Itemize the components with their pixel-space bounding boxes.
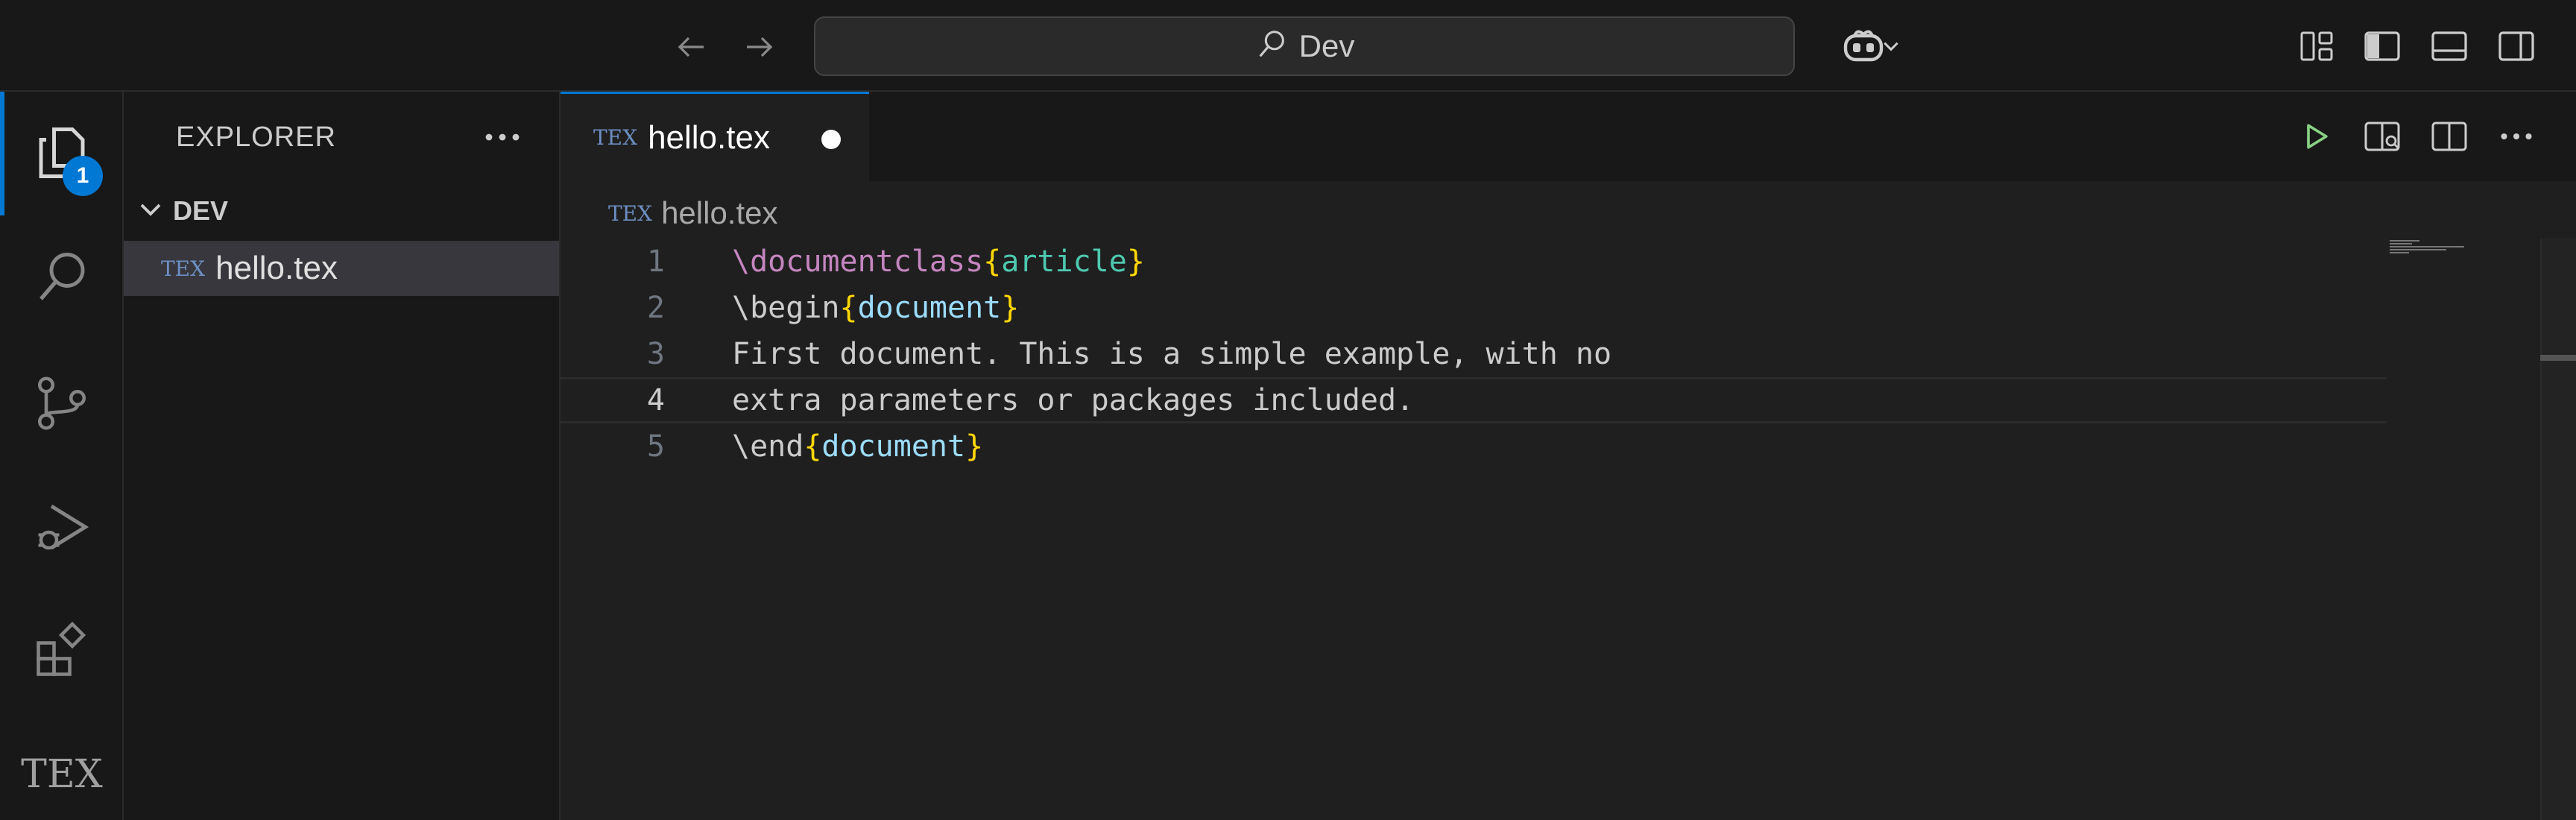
explorer-badge: 1 (63, 156, 103, 196)
code-line[interactable]: 3 First document. This is a simple examp… (561, 331, 2387, 377)
source-control-icon[interactable] (0, 359, 124, 448)
toggle-panel-icon[interactable] (2427, 24, 2472, 69)
more-actions-icon[interactable] (480, 119, 525, 156)
open-preview-icon[interactable] (2360, 114, 2405, 159)
tex-file-icon: TEX (161, 256, 206, 281)
more-actions-icon[interactable] (2494, 114, 2539, 159)
tex-file-icon: TEX (608, 201, 653, 226)
activity-bar: 1 TEX (0, 92, 124, 820)
folder-dev[interactable]: DEV (124, 189, 559, 233)
arrow-left-icon[interactable] (671, 26, 713, 68)
file-item-hello-tex[interactable]: TEX hello.tex (124, 241, 559, 296)
sidebar-title: EXPLORER (176, 122, 336, 153)
explorer-sidebar: EXPLORER DEV TEX hello.tex (124, 92, 561, 820)
explorer-icon[interactable] (0, 108, 124, 198)
code-line[interactable]: 5 \end{document} (561, 423, 2387, 470)
tab-hello-tex[interactable]: TEX hello.tex (561, 92, 869, 181)
code-editor[interactable]: 1 \documentclass{article} 2 \begin{docum… (561, 239, 2498, 820)
line-number: 4 (646, 383, 665, 417)
chevron-down-icon[interactable] (1881, 24, 1901, 69)
tex-icon[interactable]: TEX (0, 730, 124, 819)
line-number: 1 (646, 245, 665, 279)
tab-bar: TEX hello.tex (561, 92, 2576, 181)
scrollbar-thumb[interactable] (2540, 355, 2576, 361)
code-text: extra parameters or packages included. (732, 383, 1415, 417)
tex-file-icon: TEX (593, 125, 638, 150)
code-line[interactable]: 1 \documentclass{article} (561, 239, 2387, 285)
line-number: 3 (646, 337, 665, 371)
title-bar: Dev (0, 0, 2576, 92)
vertical-scrollbar[interactable] (2540, 239, 2576, 820)
unsaved-dot-icon[interactable] (821, 130, 841, 149)
code-text: \documentclass{article} (732, 245, 1145, 279)
toggle-sidebar-icon[interactable] (2360, 24, 2405, 69)
code-text: \end{document} (732, 429, 984, 464)
customize-layout-icon[interactable] (2294, 24, 2339, 69)
code-line[interactable]: 2 \begin{document} (561, 285, 2387, 331)
arrow-right-icon[interactable] (738, 26, 780, 68)
code-text: \begin{document} (732, 291, 1020, 325)
folder-label: DEV (173, 195, 229, 226)
search-icon[interactable] (0, 233, 124, 323)
minimap[interactable] (2390, 240, 2472, 255)
breadcrumb[interactable]: TEX hello.tex (608, 191, 778, 236)
extensions-icon[interactable] (0, 606, 124, 696)
run-icon[interactable] (2294, 114, 2339, 159)
command-center-search[interactable]: Dev (814, 16, 1795, 76)
split-editor-icon[interactable] (2427, 114, 2472, 159)
run-and-debug-icon[interactable] (0, 482, 124, 572)
line-number: 5 (646, 429, 665, 464)
search-text: Dev (1298, 28, 1355, 63)
line-number: 2 (646, 291, 665, 325)
search-icon (1254, 28, 1289, 66)
toggle-secondary-sidebar-icon[interactable] (2494, 24, 2539, 69)
chevron-down-icon (137, 196, 164, 227)
current-code-line[interactable]: 4 extra parameters or packages included. (561, 377, 2387, 423)
file-label: hello.tex (215, 250, 338, 286)
breadcrumb-label: hello.tex (661, 195, 778, 230)
code-text: First document. This is a simple example… (732, 337, 1612, 371)
tab-label: hello.tex (648, 119, 770, 156)
